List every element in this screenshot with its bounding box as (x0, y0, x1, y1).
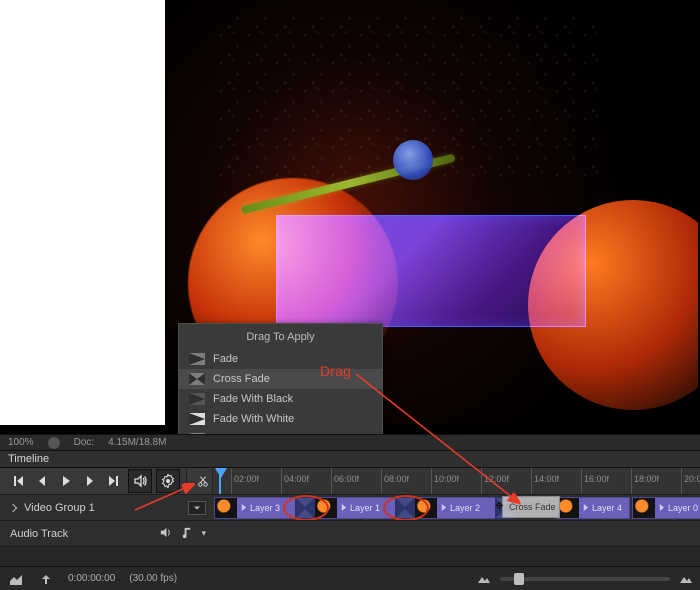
playhead-icon[interactable] (215, 468, 227, 478)
transition-label: Fade With Black (213, 393, 293, 405)
chevron-down-icon: ▾ (201, 528, 206, 539)
drag-ghost-label: Cross Fade (509, 502, 556, 512)
next-frame-button[interactable] (78, 469, 102, 493)
ruler-tick-label: 18:00f (634, 474, 659, 484)
clip-name: Layer 4 (592, 503, 625, 513)
divider (186, 469, 187, 493)
ruler-tick-label: 06:00f (334, 474, 359, 484)
add-media-button[interactable] (188, 501, 206, 515)
ruler-tick-label: 04:00f (284, 474, 309, 484)
clip[interactable]: Layer 0 (632, 497, 700, 519)
fade-white-icon (189, 413, 205, 425)
ruler-tick-label: 20:00f (684, 474, 700, 484)
audio-track-header[interactable]: Audio Track ▾ (0, 521, 212, 546)
timeline-scrollbar[interactable] (0, 546, 700, 566)
drag-ghost-cross-fade[interactable]: ✥Cross Fade (502, 496, 560, 518)
chevron-right-icon (9, 503, 17, 511)
playhead-line (219, 468, 221, 494)
clip[interactable]: Layer 4 (556, 497, 630, 519)
document-canvas-margin (0, 0, 165, 425)
fade-icon (189, 353, 205, 365)
transition-label: Fade (213, 353, 238, 365)
track-name: Video Group 1 (24, 502, 95, 514)
chevron-right-icon (240, 503, 247, 513)
clip-area[interactable]: Layer 3Layer 1Layer 2Layer 4Layer 0✥Cros… (212, 495, 700, 520)
clip-name: Layer 1 (350, 503, 383, 513)
clip-thumbnail (633, 498, 655, 518)
fade-black-icon (189, 393, 205, 405)
mute-audio-button[interactable] (128, 469, 152, 493)
transition-label: Fade With White (213, 413, 294, 425)
render-button[interactable] (8, 571, 24, 587)
go-last-frame-button[interactable] (102, 469, 126, 493)
slider-knob[interactable] (514, 573, 524, 585)
docstat-value: 4.15M/18.8M (108, 437, 166, 448)
clip-thumbnail (215, 498, 237, 518)
timeline-panel-header: Timeline (0, 450, 700, 468)
ruler-tick-label: 16:00f (584, 474, 609, 484)
music-note-icon[interactable] (180, 526, 193, 542)
popup-title: Drag To Apply (179, 324, 382, 349)
audio-track: Audio Track ▾ (0, 520, 700, 546)
docstat-prefix: Doc: (74, 437, 95, 448)
clip-thumbnail (557, 498, 579, 518)
video-group-header[interactable]: Video Group 1 (0, 495, 212, 520)
export-button[interactable] (38, 571, 54, 587)
zoom-level[interactable]: 100% (8, 437, 34, 448)
status-swatch (48, 437, 60, 449)
transition-fade-white[interactable]: Fade With White (179, 409, 382, 429)
timeline-footer: 0:00:00:00 (30.00 fps) (0, 566, 700, 590)
ruler-tick-label: 02:00f (234, 474, 259, 484)
slider-track[interactable] (500, 577, 670, 581)
timecode[interactable]: 0:00:00:00 (68, 573, 115, 584)
transition-fade-black[interactable]: Fade With Black (179, 389, 382, 409)
play-button[interactable] (54, 469, 78, 493)
clip-name: Layer 3 (250, 503, 283, 513)
audio-clip-area[interactable] (212, 521, 700, 546)
ruler-tick-label: 14:00f (534, 474, 559, 484)
zoom-in-icon (680, 574, 692, 583)
clip-frame-overlay (276, 215, 586, 327)
cross-fade-icon (189, 373, 205, 385)
ruler-tick-label: 12:00f (484, 474, 509, 484)
timeline-settings-button[interactable] (156, 469, 180, 493)
annotation-drag-text: Drag (320, 363, 351, 379)
panel-title: Timeline (8, 453, 49, 465)
zoom-out-icon (478, 574, 490, 583)
video-group-track: Video Group 1 Layer 3 Layer 1 Layer 2 Layer… (0, 494, 700, 520)
chevron-right-icon (658, 503, 665, 513)
clip-name: Layer 2 (450, 503, 483, 513)
track-name: Audio Track (10, 528, 68, 540)
annotation-circle (383, 495, 429, 520)
timeline-zoom-slider[interactable] (478, 574, 692, 583)
chevron-right-icon (440, 503, 447, 513)
clip-name: Layer 0 (668, 503, 700, 513)
transition-fade[interactable]: Fade (179, 349, 382, 369)
time-ruler[interactable]: 02:00f 04:00f 06:00f 08:00f 10:00f 12:00f 14:0… (212, 468, 700, 494)
fps-label: (30.00 fps) (129, 573, 177, 584)
decoration-droplet (393, 140, 433, 180)
document-status-bar: 100% Doc: 4.15M/18.8M (0, 434, 700, 450)
go-first-frame-button[interactable] (6, 469, 30, 493)
annotation-circle (283, 495, 329, 520)
prev-frame-button[interactable] (30, 469, 54, 493)
chevron-right-icon (582, 503, 589, 513)
ruler-tick-label: 08:00f (384, 474, 409, 484)
transition-cross-fade[interactable]: Cross Fade (179, 369, 382, 389)
cursor-icon: ✥ (495, 501, 503, 512)
ruler-tick-label: 10:00f (434, 474, 459, 484)
speaker-icon[interactable] (159, 526, 172, 542)
chevron-right-icon (340, 503, 347, 513)
transition-label: Cross Fade (213, 373, 270, 385)
